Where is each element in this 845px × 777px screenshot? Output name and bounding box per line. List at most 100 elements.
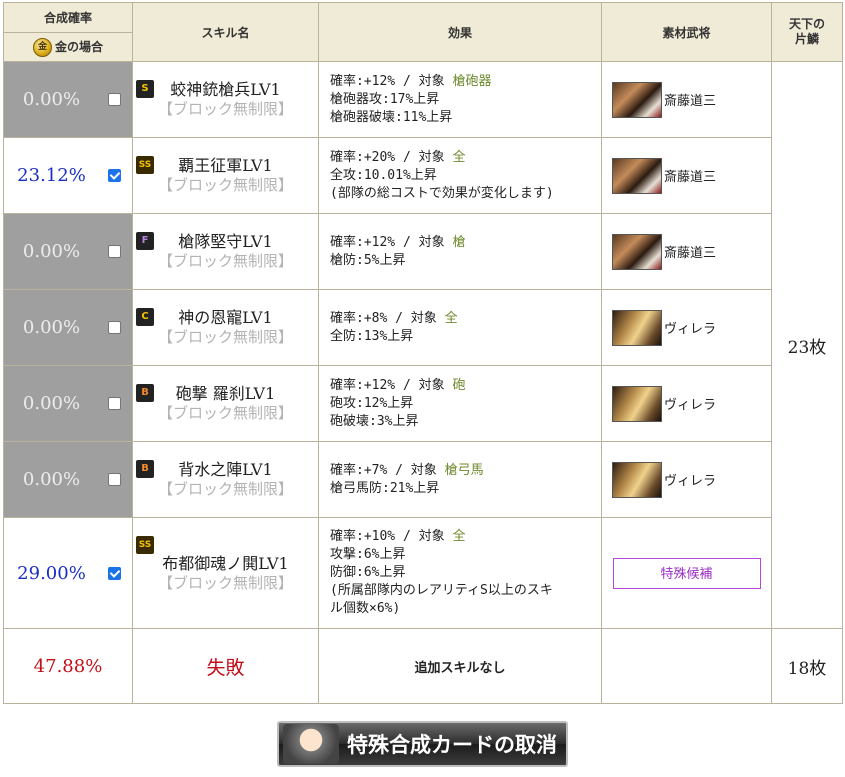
- fail-katahen-count: 18枚: [771, 628, 843, 704]
- skill-block-note: 【ブロック無制限】: [157, 328, 293, 346]
- skill-checkbox[interactable]: [108, 566, 121, 580]
- effect-text: 確率:+12% / 対象: [330, 73, 453, 89]
- table-row: 0.00% B 砲撃 羅刹LV1 【ブロック無制限】 確率:+12% / 対象 砲砲攻:…: [3, 365, 843, 442]
- rate-value: 0.00%: [22, 241, 81, 262]
- effect-target: 槍弓馬: [444, 462, 484, 478]
- table-row: 0.00% B 背水之陣LV1 【ブロック無制限】 確率:+7% / 対象 槍弓馬 槍弓馬…: [3, 441, 843, 518]
- effect-target: 砲: [452, 377, 466, 393]
- skill-checkbox[interactable]: [108, 93, 121, 106]
- rate-cell: 0.00%: [3, 289, 133, 366]
- effect-text: 槍弓馬防:21%上昇: [330, 480, 440, 496]
- rate-cell: 29.00%: [3, 517, 133, 629]
- skill-checkbox[interactable]: [108, 473, 121, 486]
- effect-text: 確率:+12% / 対象: [330, 377, 453, 393]
- effect-target: 全: [444, 310, 458, 326]
- effect-text: 確率:+10% / 対象: [330, 529, 453, 544]
- effect-cell: 確率:+20% / 対象 全全攻:10.01%上昇 (部隊の総コストで効果が変化し…: [318, 137, 602, 214]
- table-row: 0.00% F 槍隊堅守LV1 【ブロック無制限】 確率:+12% / 対象 槍槍防:5…: [3, 213, 843, 290]
- effect-target: 槍: [452, 234, 466, 250]
- effect-target: 全: [452, 149, 466, 165]
- table-row: 0.00% S 蛟神銃槍兵LV1 【ブロック無制限】 確率:+12% / 対象 槍砲器槍…: [3, 61, 843, 629]
- skill-name: 槍隊堅守LV1: [178, 232, 273, 251]
- skill-checkbox[interactable]: [108, 245, 121, 258]
- effect-line: 確率:+20% / 対象 全: [330, 149, 601, 167]
- skill-cell: C 神の恩寵LV1 【ブロック無制限】: [132, 289, 319, 366]
- saito-portrait: [612, 157, 662, 194]
- skill-name: 神の恩寵LV1: [178, 308, 273, 327]
- effect-line: 確率:+7% / 対象 槍弓馬: [330, 462, 601, 480]
- skill-checkbox[interactable]: [108, 321, 121, 334]
- effect-text: 砲破壊:3%上昇: [330, 413, 419, 429]
- skill-block-note: 【ブロック無制限】: [157, 480, 293, 498]
- cancel-special-card-button[interactable]: 特殊合成カードの取消: [277, 721, 568, 767]
- skill-cell: B 砲撃 羅刹LV1 【ブロック無制限】: [132, 365, 319, 442]
- rate-value: 0.00%: [22, 89, 81, 110]
- material-cell: 斎藤道三: [601, 137, 772, 214]
- rate-cell: 0.00%: [3, 365, 133, 442]
- rate-cell: 0.00%: [3, 61, 133, 138]
- material-cell: ヴィレラ: [601, 441, 772, 518]
- fail-material: [601, 628, 772, 704]
- rarity-badge: S: [136, 80, 154, 98]
- effect-line: 全防:13%上昇: [330, 328, 601, 346]
- skill-cell: F 槍隊堅守LV1 【ブロック無制限】: [132, 213, 319, 290]
- skill-name: 布都御魂ノ閧LV1: [162, 553, 289, 573]
- skill-block-note: 【ブロック無制限】: [157, 176, 293, 194]
- fail-label: 失敗: [132, 628, 319, 704]
- effect-line: 確率:+12% / 対象 槍: [330, 234, 601, 252]
- effect-line: 確率:+12% / 対象 槍砲器: [330, 73, 601, 91]
- effect-text: 砲攻:12%上昇: [330, 395, 414, 411]
- effect-text: 確率:+8% / 対象: [330, 310, 445, 326]
- fail-row: 47.88% 失敗 追加スキルなし 18枚: [3, 628, 843, 704]
- gold-coin-icon: 金: [32, 37, 52, 57]
- general-name: 斎藤道三: [664, 246, 717, 261]
- effect-cell: 確率:+8% / 対象 全全防:13%上昇: [318, 289, 602, 366]
- material-general[interactable]: 斎藤道三: [602, 233, 771, 270]
- effect-text: (所属部隊内のレアリティS以上のスキ: [330, 583, 553, 598]
- effect-text: 確率:+12% / 対象: [330, 234, 453, 250]
- effect-header: 効果: [318, 2, 602, 62]
- effect-text: 全攻:10.01%上昇: [330, 167, 437, 183]
- material-cell: ヴィレラ: [601, 365, 772, 442]
- effect-line: 槍砲器破壊:11%上昇: [330, 109, 601, 127]
- effect-line: 攻撃:6%上昇: [330, 546, 601, 564]
- rate-header: 合成確率: [3, 2, 133, 33]
- effect-text: 防御:6%上昇: [330, 565, 406, 580]
- skill-header: スキル名: [132, 2, 319, 62]
- rate-cell: 0.00%: [3, 441, 133, 518]
- effect-line: (部隊の総コストで効果が変化します): [330, 185, 601, 203]
- material-header: 素材武将: [601, 2, 772, 62]
- gold-case-label: 金の場合: [54, 39, 103, 54]
- material-general[interactable]: ヴィレラ: [602, 385, 771, 422]
- skill-cell: SS 覇王征軍LV1 【ブロック無制限】: [132, 137, 319, 214]
- effect-text: 確率:+20% / 対象: [330, 149, 453, 165]
- rarity-badge: B: [136, 384, 154, 402]
- rarity-badge: B: [136, 460, 154, 478]
- skill-cell: S 蛟神銃槍兵LV1 【ブロック無制限】: [132, 61, 319, 138]
- skill-name: 背水之陣LV1: [178, 460, 273, 479]
- skill-name: 砲撃 羅刹LV1: [175, 384, 276, 403]
- material-cell: 特殊候補: [601, 517, 772, 629]
- skill-block-note: 【ブロック無制限】: [157, 404, 293, 422]
- skill-checkbox[interactable]: [108, 169, 121, 182]
- material-general[interactable]: ヴィレラ: [602, 309, 771, 346]
- effect-cell: 確率:+7% / 対象 槍弓馬 槍弓馬防:21%上昇: [318, 441, 602, 518]
- general-name: 斎藤道三: [664, 170, 717, 185]
- synthesis-table: 合成確率 スキル名 効果 素材武将 天下の片鱗 金金の場合 0.00% S 蛟神銃槍…: [3, 2, 843, 704]
- general-name: ヴィレラ: [664, 398, 717, 413]
- katahen-header-label: 天下の片鱗: [788, 17, 825, 46]
- effect-line: 槍砲器攻:17%上昇: [330, 91, 601, 109]
- effect-line: ル個数×6%): [330, 600, 601, 618]
- material-general[interactable]: 斎藤道三: [602, 157, 771, 194]
- virella-portrait: [612, 385, 662, 422]
- material-general[interactable]: 斎藤道三: [602, 81, 771, 118]
- skill-checkbox[interactable]: [108, 397, 121, 410]
- special-candidate-button[interactable]: 特殊候補: [612, 557, 761, 589]
- effect-text: (部隊の総コストで効果が変化します): [330, 185, 554, 201]
- effect-text: 槍砲器破壊:11%上昇: [330, 109, 453, 125]
- katahen-count: 23枚: [771, 61, 843, 629]
- effect-line: 砲破壊:3%上昇: [330, 413, 601, 431]
- effect-text: 槍防:5%上昇: [330, 252, 406, 268]
- saito-portrait: [612, 233, 662, 270]
- material-general[interactable]: ヴィレラ: [602, 461, 771, 498]
